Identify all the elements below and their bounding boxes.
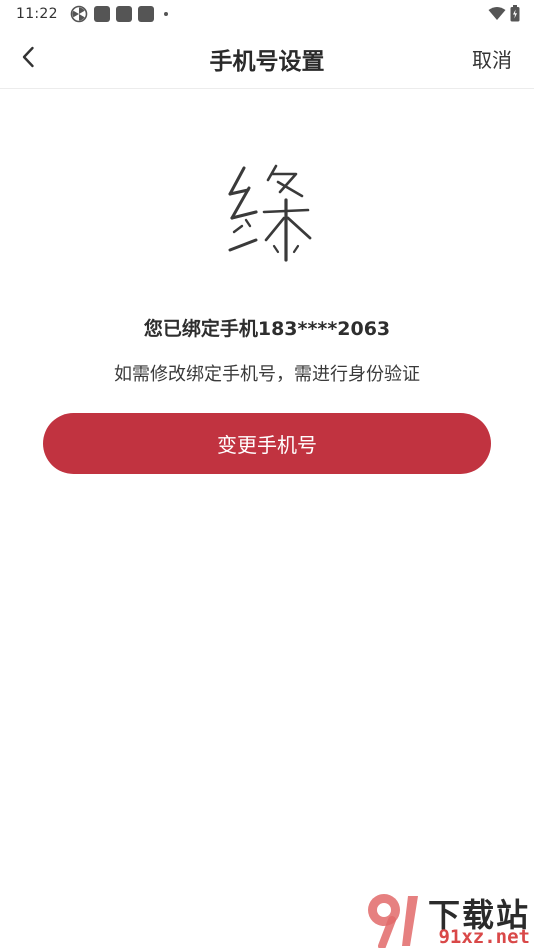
app-square-icon	[137, 6, 154, 22]
status-icons-left	[70, 5, 168, 23]
app-logo	[216, 160, 320, 270]
status-icons-right	[488, 5, 520, 22]
change-phone-button[interactable]: 变更手机号	[43, 413, 491, 474]
app-square-icon	[115, 6, 132, 22]
status-bar: 11:22	[0, 0, 534, 28]
nav-bar: 手机号设置 取消	[0, 28, 534, 89]
calligraphy-logo-icon	[228, 164, 312, 262]
bound-phone-text: 您已绑定手机183****2063	[143, 318, 391, 340]
pinwheel-icon	[70, 5, 88, 23]
verification-hint-text: 如需修改绑定手机号，需进行身份验证	[114, 364, 420, 385]
watermark-logo-icon	[368, 894, 418, 948]
app-square-icon	[93, 6, 110, 22]
dot-icon	[163, 12, 168, 16]
status-time: 11:22	[16, 6, 58, 22]
wifi-icon	[488, 6, 506, 20]
page-title: 手机号设置	[209, 49, 325, 75]
watermark-bottom-text: 91xz.net	[438, 926, 530, 948]
watermark: 下载站 91xz.net	[362, 888, 534, 950]
cancel-button[interactable]: 取消	[472, 44, 512, 73]
battery-icon	[510, 5, 520, 22]
